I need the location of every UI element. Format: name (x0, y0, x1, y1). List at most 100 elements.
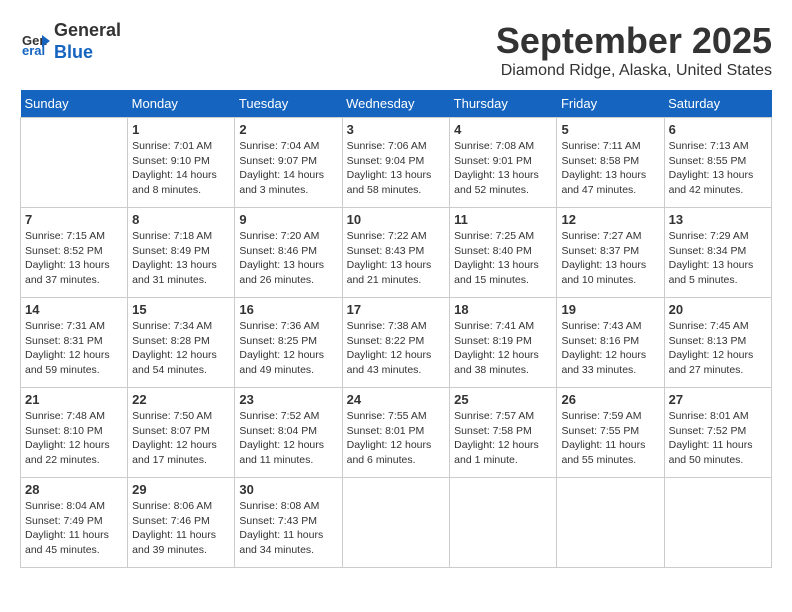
day-info: Sunrise: 7:38 AM Sunset: 8:22 PM Dayligh… (347, 319, 446, 378)
calendar-cell (450, 478, 557, 568)
day-number: 18 (454, 302, 552, 317)
svg-text:eral: eral (22, 43, 45, 57)
calendar-cell: 19 Sunrise: 7:43 AM Sunset: 8:16 PM Dayli… (557, 298, 664, 388)
day-number: 24 (347, 392, 446, 407)
day-info: Sunrise: 7:36 AM Sunset: 8:25 PM Dayligh… (239, 319, 337, 378)
day-info: Sunrise: 7:20 AM Sunset: 8:46 PM Dayligh… (239, 229, 337, 288)
day-info: Sunrise: 7:48 AM Sunset: 8:10 PM Dayligh… (25, 409, 123, 468)
day-number: 7 (25, 212, 123, 227)
day-number: 28 (25, 482, 123, 497)
day-number: 8 (132, 212, 230, 227)
week-row-1: 1Sunrise: 7:01 AM Sunset: 9:10 PM Daylig… (21, 118, 772, 208)
logo-blue-text: Blue (54, 42, 93, 62)
calendar-cell: 13Sunrise: 7:29 AM Sunset: 8:34 PM Dayli… (664, 208, 771, 298)
calendar-cell: 27 Sunrise: 8:01 AM Sunset: 7:52 PM Dayli… (664, 388, 771, 478)
day-info: Sunrise: 7:55 AM Sunset: 8:01 PM Dayligh… (347, 409, 446, 468)
day-info: Sunrise: 7:01 AM Sunset: 9:10 PM Dayligh… (132, 139, 230, 198)
day-number: 4 (454, 122, 552, 137)
week-row-3: 14Sunrise: 7:31 AM Sunset: 8:31 PM Dayli… (21, 298, 772, 388)
day-number: 29 (132, 482, 230, 497)
week-row-4: 21 Sunrise: 7:48 AM Sunset: 8:10 PM Dayli… (21, 388, 772, 478)
calendar-cell: 8 Sunrise: 7:18 AM Sunset: 8:49 PM Daylig… (128, 208, 235, 298)
week-row-2: 7 Sunrise: 7:15 AM Sunset: 8:52 PM Daylig… (21, 208, 772, 298)
day-number: 6 (669, 122, 767, 137)
day-number: 27 (669, 392, 767, 407)
logo-general-text: General (54, 20, 121, 40)
weekday-header-sunday: Sunday (21, 90, 128, 118)
day-info: Sunrise: 7:27 AM Sunset: 8:37 PM Dayligh… (561, 229, 659, 288)
calendar-cell: 4 Sunrise: 7:08 AM Sunset: 9:01 PM Daylig… (450, 118, 557, 208)
day-number: 12 (561, 212, 659, 227)
day-info: Sunrise: 7:08 AM Sunset: 9:01 PM Dayligh… (454, 139, 552, 198)
day-number: 13 (669, 212, 767, 227)
day-info: Sunrise: 7:50 AM Sunset: 8:07 PM Dayligh… (132, 409, 230, 468)
day-info: Sunrise: 7:13 AM Sunset: 8:55 PM Dayligh… (669, 139, 767, 198)
weekday-header-row: SundayMondayTuesdayWednesdayThursdayFrid… (21, 90, 772, 118)
calendar-cell: 30Sunrise: 8:08 AM Sunset: 7:43 PM Dayli… (235, 478, 342, 568)
calendar-cell: 25 Sunrise: 7:57 AM Sunset: 7:58 PM Dayli… (450, 388, 557, 478)
location: Diamond Ridge, Alaska, United States (496, 62, 772, 80)
calendar-cell (342, 478, 450, 568)
calendar-cell: 24 Sunrise: 7:55 AM Sunset: 8:01 PM Dayli… (342, 388, 450, 478)
day-info: Sunrise: 7:43 AM Sunset: 8:16 PM Dayligh… (561, 319, 659, 378)
day-number: 2 (239, 122, 337, 137)
day-info: Sunrise: 7:11 AM Sunset: 8:58 PM Dayligh… (561, 139, 659, 198)
day-number: 22 (132, 392, 230, 407)
day-info: Sunrise: 7:41 AM Sunset: 8:19 PM Dayligh… (454, 319, 552, 378)
calendar-cell (557, 478, 664, 568)
title-area: September 2025 Diamond Ridge, Alaska, Un… (496, 20, 772, 80)
calendar-cell (21, 118, 128, 208)
day-number: 20 (669, 302, 767, 317)
day-number: 21 (25, 392, 123, 407)
calendar-cell: 17Sunrise: 7:38 AM Sunset: 8:22 PM Dayli… (342, 298, 450, 388)
calendar-cell: 10 Sunrise: 7:22 AM Sunset: 8:43 PM Dayli… (342, 208, 450, 298)
day-info: Sunrise: 8:06 AM Sunset: 7:46 PM Dayligh… (132, 499, 230, 558)
day-number: 19 (561, 302, 659, 317)
calendar-cell: 12 Sunrise: 7:27 AM Sunset: 8:37 PM Dayli… (557, 208, 664, 298)
calendar-cell: 15Sunrise: 7:34 AM Sunset: 8:28 PM Dayli… (128, 298, 235, 388)
calendar-cell (664, 478, 771, 568)
weekday-header-wednesday: Wednesday (342, 90, 450, 118)
weekday-header-monday: Monday (128, 90, 235, 118)
day-number: 3 (347, 122, 446, 137)
day-number: 11 (454, 212, 552, 227)
calendar-cell: 18 Sunrise: 7:41 AM Sunset: 8:19 PM Dayli… (450, 298, 557, 388)
calendar-cell: 2Sunrise: 7:04 AM Sunset: 9:07 PM Daylig… (235, 118, 342, 208)
day-info: Sunrise: 7:34 AM Sunset: 8:28 PM Dayligh… (132, 319, 230, 378)
calendar-cell: 26Sunrise: 7:59 AM Sunset: 7:55 PM Dayli… (557, 388, 664, 478)
calendar-cell: 22 Sunrise: 7:50 AM Sunset: 8:07 PM Dayli… (128, 388, 235, 478)
day-number: 10 (347, 212, 446, 227)
day-info: Sunrise: 7:25 AM Sunset: 8:40 PM Dayligh… (454, 229, 552, 288)
day-number: 25 (454, 392, 552, 407)
calendar-cell: 28 Sunrise: 8:04 AM Sunset: 7:49 PM Dayli… (21, 478, 128, 568)
calendar-cell: 29 Sunrise: 8:06 AM Sunset: 7:46 PM Dayli… (128, 478, 235, 568)
calendar-cell: 16Sunrise: 7:36 AM Sunset: 8:25 PM Dayli… (235, 298, 342, 388)
day-number: 9 (239, 212, 337, 227)
weekday-header-friday: Friday (557, 90, 664, 118)
weekday-header-thursday: Thursday (450, 90, 557, 118)
week-row-5: 28 Sunrise: 8:04 AM Sunset: 7:49 PM Dayli… (21, 478, 772, 568)
calendar-cell: 23 Sunrise: 7:52 AM Sunset: 8:04 PM Dayli… (235, 388, 342, 478)
calendar-cell: 6 Sunrise: 7:13 AM Sunset: 8:55 PM Daylig… (664, 118, 771, 208)
weekday-header-tuesday: Tuesday (235, 90, 342, 118)
calendar-cell: 5 Sunrise: 7:11 AM Sunset: 8:58 PM Daylig… (557, 118, 664, 208)
month-title: September 2025 (496, 20, 772, 62)
day-info: Sunrise: 8:01 AM Sunset: 7:52 PM Dayligh… (669, 409, 767, 468)
day-info: Sunrise: 7:52 AM Sunset: 8:04 PM Dayligh… (239, 409, 337, 468)
calendar-cell: 11 Sunrise: 7:25 AM Sunset: 8:40 PM Dayli… (450, 208, 557, 298)
logo-icon: Gen eral (20, 27, 50, 57)
day-info: Sunrise: 8:04 AM Sunset: 7:49 PM Dayligh… (25, 499, 123, 558)
day-number: 23 (239, 392, 337, 407)
day-info: Sunrise: 7:18 AM Sunset: 8:49 PM Dayligh… (132, 229, 230, 288)
calendar-cell: 21 Sunrise: 7:48 AM Sunset: 8:10 PM Dayli… (21, 388, 128, 478)
calendar-cell: 7 Sunrise: 7:15 AM Sunset: 8:52 PM Daylig… (21, 208, 128, 298)
calendar-cell: 9 Sunrise: 7:20 AM Sunset: 8:46 PM Daylig… (235, 208, 342, 298)
day-info: Sunrise: 7:22 AM Sunset: 8:43 PM Dayligh… (347, 229, 446, 288)
calendar-cell: 3Sunrise: 7:06 AM Sunset: 9:04 PM Daylig… (342, 118, 450, 208)
day-info: Sunrise: 7:57 AM Sunset: 7:58 PM Dayligh… (454, 409, 552, 468)
day-number: 5 (561, 122, 659, 137)
calendar-cell: 14Sunrise: 7:31 AM Sunset: 8:31 PM Dayli… (21, 298, 128, 388)
day-number: 26 (561, 392, 659, 407)
logo: Gen eral General Blue (20, 20, 121, 63)
day-info: Sunrise: 7:15 AM Sunset: 8:52 PM Dayligh… (25, 229, 123, 288)
